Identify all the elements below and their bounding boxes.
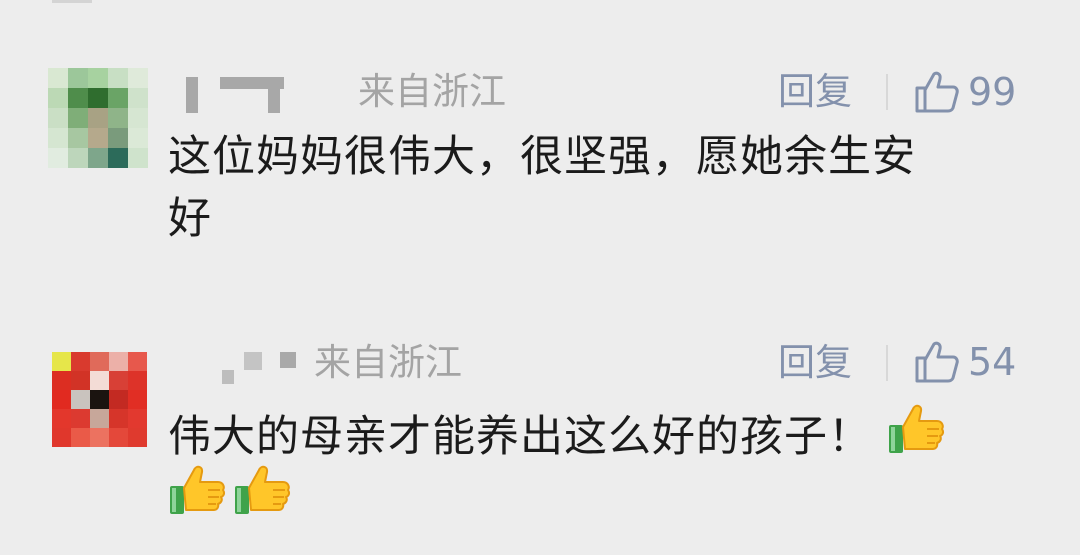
- action-divider: [886, 74, 888, 110]
- like-count: 99: [968, 70, 1017, 114]
- like-count: 54: [968, 340, 1017, 384]
- like-button[interactable]: 99: [914, 70, 1016, 114]
- thumbs-up-emoji-icon: [887, 401, 947, 457]
- avatar[interactable]: [52, 352, 147, 447]
- username-masked[interactable]: [222, 352, 298, 392]
- previous-comment-fragment: [52, 0, 92, 3]
- comment-location: 来自浙江: [358, 70, 506, 113]
- comment-text: 伟大的母亲才能养出这么好的孩子！: [168, 401, 1028, 468]
- comment-text-line: 好: [168, 194, 212, 244]
- comment-list: 来自浙江 回复 99 这位妈妈很伟大，很坚强，愿她余生安 好 来自浙江 回复 5…: [0, 0, 1080, 555]
- comment-text-line: 伟大的母亲才能养出这么好的孩子！: [168, 412, 872, 462]
- thumbs-up-outline-icon: [914, 70, 960, 114]
- comment-text: 这位妈妈很伟大，很坚强，愿她余生安 好: [168, 126, 1028, 250]
- thumbs-up-outline-icon: [914, 340, 960, 384]
- username-masked[interactable]: [186, 75, 306, 115]
- comment-location: 来自浙江: [314, 341, 462, 384]
- comment-text-line: 这位妈妈很伟大，很坚强，愿她余生安: [168, 132, 916, 182]
- reply-button[interactable]: 回复: [778, 343, 852, 383]
- avatar[interactable]: [48, 68, 148, 168]
- thumbs-up-emoji-icon: [168, 462, 228, 518]
- thumbs-up-emoji-icon: [233, 462, 293, 518]
- reply-button[interactable]: 回复: [778, 72, 852, 112]
- like-button[interactable]: 54: [914, 340, 1016, 384]
- emoji-row: [168, 462, 293, 518]
- action-divider: [886, 345, 888, 381]
